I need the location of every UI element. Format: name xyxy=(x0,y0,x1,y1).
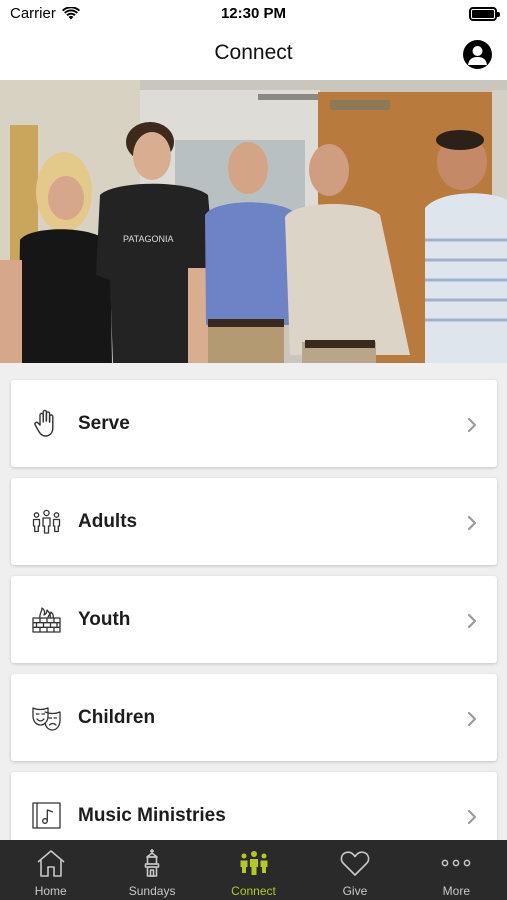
tower-icon xyxy=(144,849,160,877)
tab-label: Home xyxy=(34,884,67,898)
tab-sundays[interactable]: Sundays xyxy=(101,840,202,900)
menu-item-label: Serve xyxy=(78,413,130,434)
chevron-right-icon xyxy=(467,613,477,629)
music-note-icon xyxy=(32,802,61,829)
chevron-right-icon xyxy=(467,417,477,433)
menu-item-label: Youth xyxy=(78,609,131,630)
menu-item-music-ministries[interactable]: Music Ministries xyxy=(11,772,497,840)
group-icon xyxy=(240,851,268,875)
menu-item-youth[interactable]: Youth xyxy=(11,576,497,663)
svg-text:PATAGONIA: PATAGONIA xyxy=(123,234,174,244)
status-time: 12:30 PM xyxy=(220,5,287,22)
home-icon xyxy=(37,850,65,877)
theater-masks-icon xyxy=(32,707,61,731)
menu-item-children[interactable]: Children xyxy=(11,674,497,761)
profile-icon[interactable] xyxy=(463,40,492,69)
status-bar: Carrier 12:30 PM xyxy=(0,0,507,30)
tab-connect[interactable]: Connect xyxy=(203,840,304,900)
connect-menu-list: Serve Adults Youth Children Music Minist… xyxy=(0,363,507,840)
battery-icon xyxy=(469,7,500,21)
tab-label: More xyxy=(442,884,470,898)
tab-label: Sundays xyxy=(128,884,176,898)
hand-icon xyxy=(34,409,54,437)
tab-give[interactable]: Give xyxy=(304,840,405,900)
tab-label: Give xyxy=(342,884,368,898)
ellipsis-icon xyxy=(441,859,471,867)
tab-bar: Home Sundays Connect Give More xyxy=(0,840,507,900)
people-icon xyxy=(32,509,61,534)
heart-icon xyxy=(340,851,370,876)
menu-item-label: Children xyxy=(78,707,156,728)
hero-photo: PATAGONIA xyxy=(0,80,507,363)
tab-more[interactable]: More xyxy=(406,840,507,900)
navigation-bar: Connect xyxy=(0,30,507,80)
fire-wall-icon xyxy=(32,607,61,633)
page-title: Connect xyxy=(214,41,293,64)
tab-home[interactable]: Home xyxy=(0,840,101,900)
menu-item-serve[interactable]: Serve xyxy=(11,380,497,467)
chevron-right-icon xyxy=(467,809,477,825)
menu-item-adults[interactable]: Adults xyxy=(11,478,497,565)
menu-item-label: Adults xyxy=(78,511,138,532)
chevron-right-icon xyxy=(467,515,477,531)
tab-label: Connect xyxy=(231,884,276,898)
menu-item-label: Music Ministries xyxy=(78,805,226,826)
chevron-right-icon xyxy=(467,711,477,727)
